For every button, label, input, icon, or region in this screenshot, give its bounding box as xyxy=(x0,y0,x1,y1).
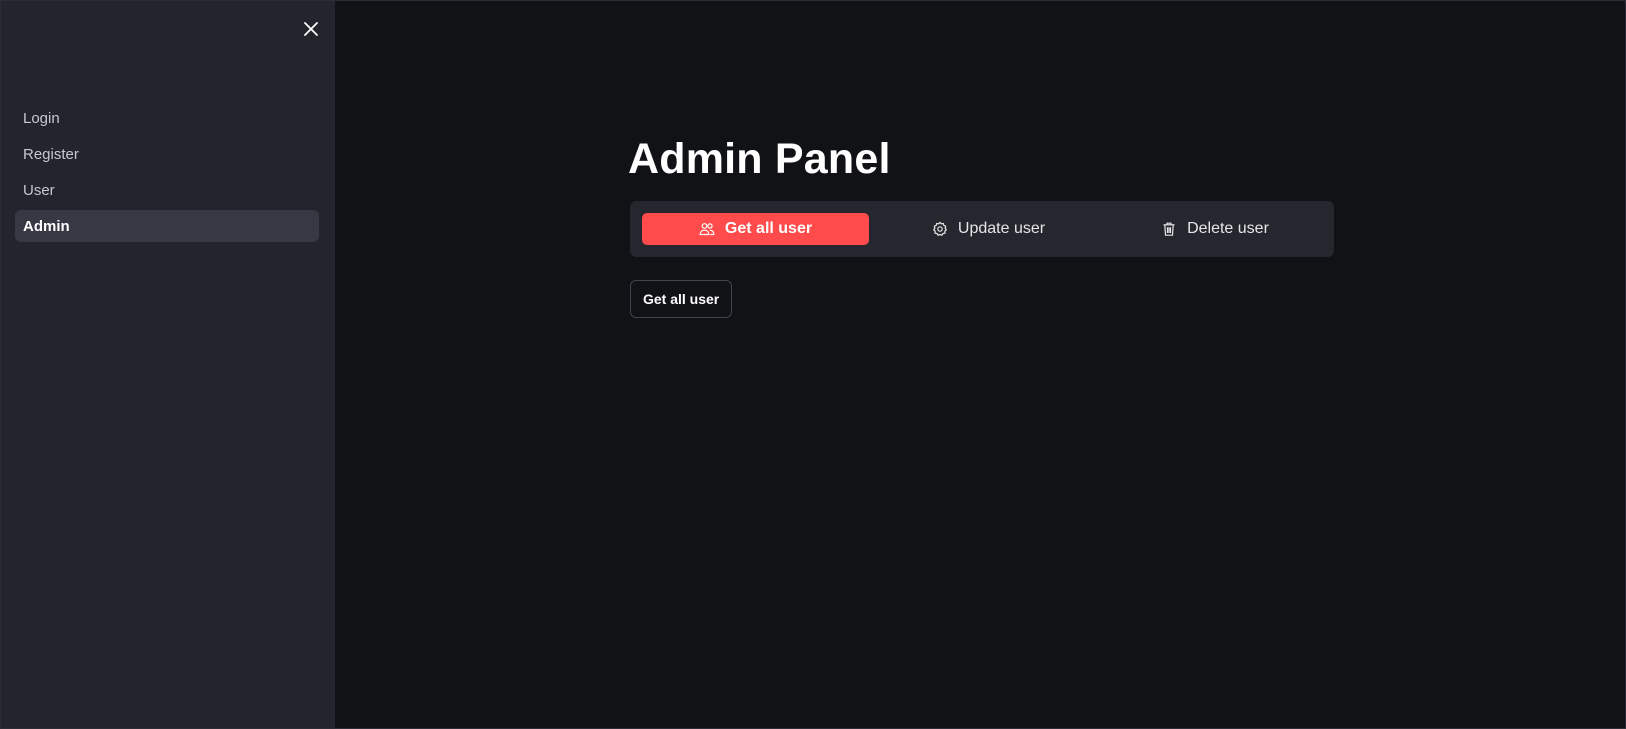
trash-icon xyxy=(1163,222,1175,236)
tab-bar: Get all user Update user Delete user xyxy=(630,201,1334,257)
sidebar-item-login[interactable]: Login xyxy=(15,102,319,134)
sidebar-item-label: Login xyxy=(23,109,60,127)
sidebar: Login Register User Admin xyxy=(1,1,335,728)
sidebar-item-label: User xyxy=(23,181,55,199)
tab-delete-user[interactable]: Delete user xyxy=(1108,213,1322,245)
main-content: Admin Panel Get all user Update user Del… xyxy=(335,1,1625,728)
get-all-user-button[interactable]: Get all user xyxy=(630,280,733,318)
tab-update-user[interactable]: Update user xyxy=(875,213,1102,245)
sidebar-nav: Login Register User Admin xyxy=(15,102,319,246)
sidebar-item-label: Admin xyxy=(23,217,70,235)
users-icon xyxy=(699,223,715,236)
tab-label: Update user xyxy=(957,220,1046,237)
tab-label: Get all user xyxy=(724,220,813,237)
tab-label: Delete user xyxy=(1187,220,1269,237)
page-title: Admin Panel xyxy=(628,135,891,183)
app-window: Login Register User Admin Admin Panel Ge… xyxy=(0,0,1626,729)
sidebar-item-admin[interactable]: Admin xyxy=(15,210,319,242)
close-icon xyxy=(304,22,318,36)
sidebar-item-register[interactable]: Register xyxy=(15,138,319,170)
gear-icon xyxy=(932,221,947,236)
sidebar-item-user[interactable]: User xyxy=(15,174,319,206)
close-sidebar-button[interactable] xyxy=(297,15,325,43)
tab-get-all-user[interactable]: Get all user xyxy=(642,213,869,245)
sidebar-item-label: Register xyxy=(23,145,79,163)
